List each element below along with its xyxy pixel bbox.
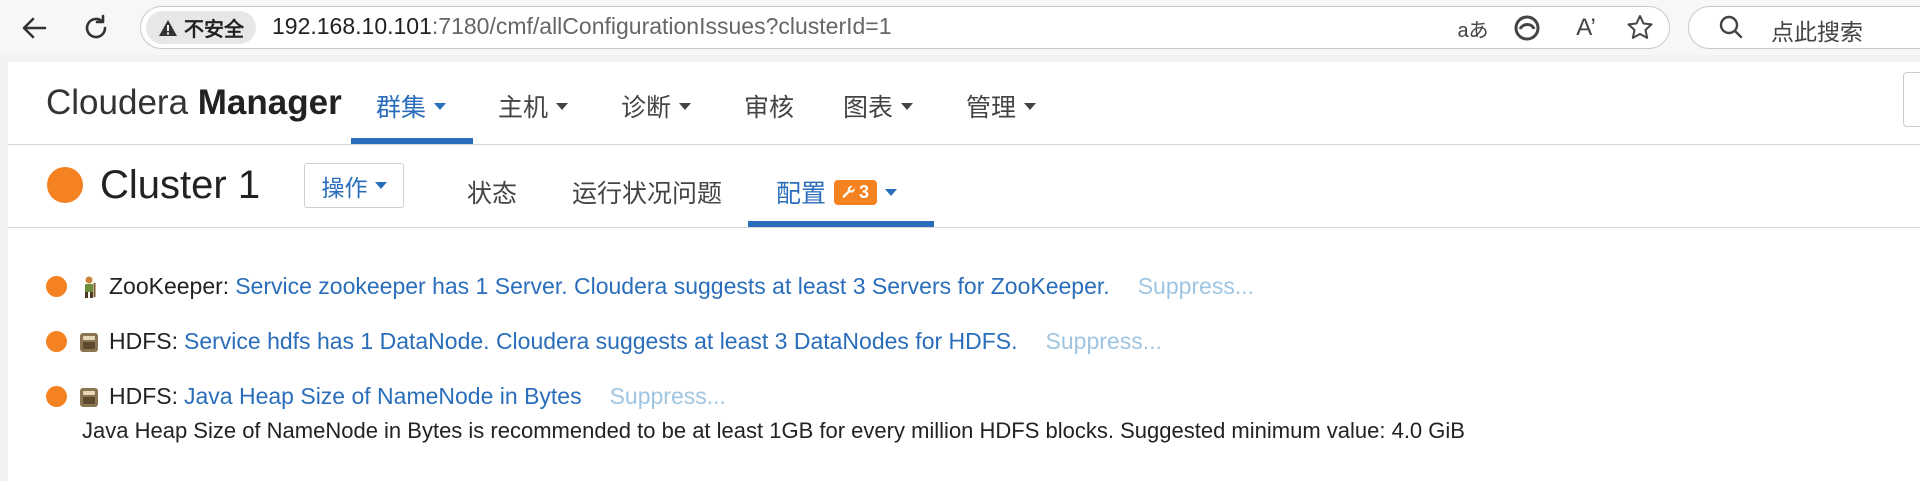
read-aloud-icon[interactable]: A’	[1568, 12, 1604, 44]
nav-hosts[interactable]: 主机	[498, 88, 569, 124]
tab-configuration[interactable]: 配置 3	[776, 174, 898, 210]
nav-diagnostics[interactable]: 诊断	[621, 88, 692, 124]
search-icon	[1716, 12, 1746, 42]
subnav-active-indicator	[748, 221, 934, 227]
nav-administration[interactable]: 管理	[966, 88, 1037, 124]
service-label: HDFS:	[109, 383, 178, 409]
issue-detail-text: Java Heap Size of NameNode in Bytes is r…	[82, 418, 1465, 443]
chevron-down-icon	[434, 102, 447, 110]
config-badge-count: 3	[859, 181, 870, 202]
list-item: ZooKeeper: Service zookeeper has 1 Serve…	[46, 273, 1254, 300]
hdfs-icon	[80, 387, 98, 407]
list-item: HDFS: Service hdfs has 1 DataNode. Cloud…	[46, 328, 1162, 355]
warning-icon	[159, 19, 177, 36]
nav-charts-label: 图表	[843, 94, 894, 122]
warning-status-icon	[46, 331, 67, 352]
nav-audits[interactable]: 审核	[744, 88, 794, 124]
chevron-down-icon	[1024, 102, 1037, 110]
zookeeper-icon	[85, 276, 96, 298]
url-text[interactable]: 192.168.10.101:7180/cmf/allConfiguration…	[272, 13, 892, 40]
refresh-icon[interactable]	[78, 10, 114, 46]
nav-hosts-label: 主机	[498, 94, 549, 122]
brand-logo[interactable]: Cloudera Manager	[46, 83, 342, 123]
brand-bold: Manager	[197, 83, 342, 122]
back-icon[interactable]	[16, 10, 52, 46]
cluster-status-icon	[47, 167, 83, 203]
service-label: ZooKeeper:	[109, 273, 230, 299]
actions-label: 操作	[321, 174, 368, 201]
list-item: HDFS: Java Heap Size of NameNode in Byte…	[46, 383, 726, 410]
security-indicator[interactable]: 不安全	[146, 11, 256, 44]
right-edge-control[interactable]	[1903, 72, 1920, 127]
cluster-subnav	[8, 145, 1920, 228]
nav-audits-label: 审核	[744, 94, 795, 122]
url-path: :7180/cmf/allConfigurationIssues?cluster…	[431, 13, 892, 39]
service-label: HDFS:	[109, 328, 178, 354]
config-issue-badge: 3	[834, 179, 878, 205]
nav-charts[interactable]: 图表	[843, 88, 914, 124]
chevron-down-icon	[901, 102, 914, 110]
actions-button[interactable]: 操作	[304, 163, 404, 208]
edge-extension-icon[interactable]	[1511, 12, 1543, 44]
issue-link[interactable]: Service hdfs has 1 DataNode. Cloudera su…	[184, 328, 1018, 355]
nav-clusters-label: 群集	[376, 94, 427, 122]
warning-status-icon	[46, 386, 67, 407]
wrench-icon	[842, 185, 855, 198]
suppress-link[interactable]: Suppress...	[1046, 328, 1162, 355]
url-host: 192.168.10.101	[272, 13, 432, 39]
translate-icon[interactable]: aあ	[1456, 13, 1490, 43]
chevron-down-icon	[374, 182, 387, 189]
chevron-down-icon	[556, 102, 569, 110]
nav-administration-label: 管理	[966, 94, 1017, 122]
tab-configuration-label: 配置	[776, 180, 827, 208]
suppress-link[interactable]: Suppress...	[610, 383, 726, 410]
nav-diagnostics-label: 诊断	[621, 94, 672, 122]
tab-health-issues[interactable]: 运行状况问题	[572, 174, 722, 210]
favorite-star-icon[interactable]	[1622, 10, 1658, 46]
brand-light: Cloudera	[46, 83, 198, 122]
issue-link[interactable]: Java Heap Size of NameNode in Bytes	[184, 383, 582, 410]
nav-active-indicator	[351, 138, 473, 144]
nav-clusters[interactable]: 群集	[376, 88, 447, 124]
search-placeholder: 点此搜索	[1771, 19, 1863, 45]
tab-status[interactable]: 状态	[467, 174, 517, 210]
warning-status-icon	[46, 276, 67, 297]
cluster-title[interactable]: Cluster 1	[100, 163, 260, 208]
hdfs-icon	[80, 332, 98, 352]
security-label: 不安全	[184, 19, 244, 41]
chevron-down-icon[interactable]	[885, 188, 898, 196]
suppress-link[interactable]: Suppress...	[1138, 273, 1254, 300]
chevron-down-icon	[679, 102, 692, 110]
issue-link[interactable]: Service zookeeper has 1 Server. Cloudera…	[235, 273, 1109, 300]
